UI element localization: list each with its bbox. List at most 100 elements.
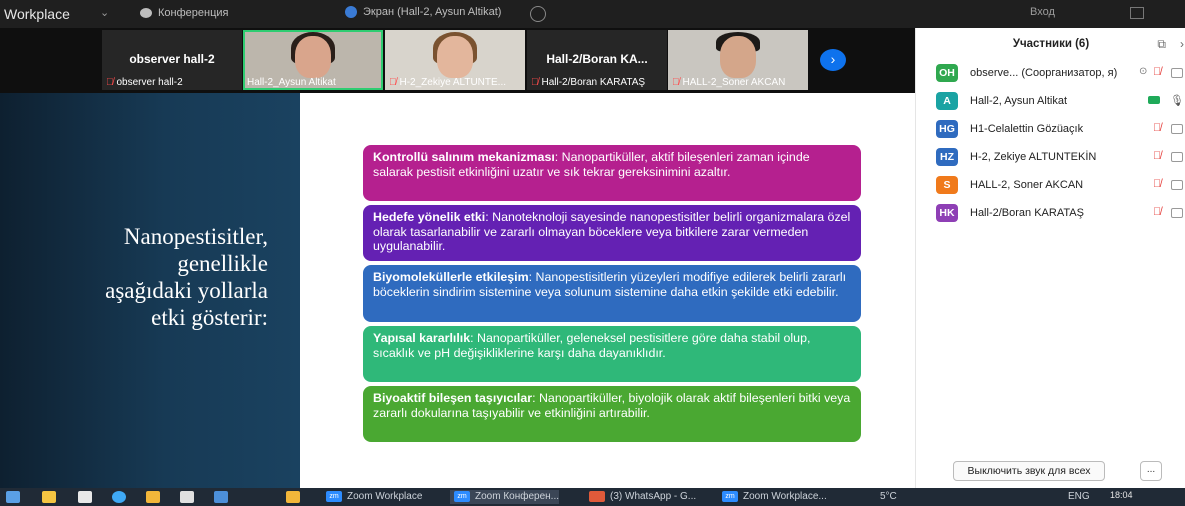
info-card: Biyomoleküllerle etkileşim: Nanopestisit…	[363, 265, 861, 322]
people-icon	[140, 8, 152, 19]
zoom-icon: zm	[722, 490, 738, 502]
zoom-icon: zm	[454, 490, 470, 502]
mic-muted-icon: 🎙̸	[389, 77, 397, 88]
mic-muted-icon[interactable]: 🎙̸	[1153, 178, 1161, 190]
taskbar-item[interactable]: zm Zoom Workplace...	[718, 490, 827, 504]
participants-panel: Участники (6) ⧉ › OH observe... (Соорган…	[915, 28, 1185, 488]
app-icon[interactable]	[214, 491, 228, 503]
mic-muted-icon[interactable]: 🎙̸	[1153, 150, 1161, 162]
participant-name: Hall-2/Boran KARATAŞ	[970, 207, 1084, 219]
start-icon[interactable]	[6, 491, 20, 503]
participant-name: observe... (Соорганизатор, я)	[970, 67, 1118, 79]
tile-caption: 🎙̸ Hall-2/Boran KARATAŞ	[531, 77, 646, 88]
mic-muted-icon: 🎙̸	[531, 77, 539, 88]
slide-title-panel: Nanopestisitler, genellikle aşağıdaki yo…	[0, 93, 300, 488]
tile-name: Hall-2/Boran KA...	[546, 52, 648, 66]
person-face	[720, 36, 756, 78]
taskbar: zm Zoom Workplace zm Zoom Конферен... (3) …	[0, 488, 1185, 506]
participant-name: H1-Celalettin Gözüaçık	[970, 123, 1084, 135]
mute-all-button[interactable]: Выключить звук для всех	[953, 461, 1105, 481]
chevron-down-icon[interactable]: ⌄	[100, 6, 109, 19]
info-card: Biyoaktif bileşen taşıyıcılar: Nanoparti…	[363, 386, 861, 442]
avatar: OH	[936, 64, 958, 82]
clock[interactable]: 18:04	[1110, 490, 1133, 500]
weather-temp[interactable]: 5°C	[880, 491, 897, 502]
participant-row[interactable]: A Hall-2, Aysun Altikat 🎙	[936, 92, 1185, 114]
taskbar-item-active[interactable]: zm Zoom Конферен...	[450, 490, 560, 504]
participant-row[interactable]: HZ H-2, Zekiye ALTUNTEKİN 🎙̸	[936, 148, 1185, 170]
avatar: HG	[936, 120, 958, 138]
language-indicator[interactable]: ENG	[1068, 491, 1090, 502]
mic-muted-icon[interactable]: 🎙̸	[1153, 122, 1161, 134]
slide-headline: Nanopestisitler, genellikle aşağıdaki yo…	[40, 223, 268, 331]
camera-off-icon[interactable]	[1171, 208, 1183, 218]
camera-off-icon[interactable]	[1171, 152, 1183, 162]
tile-caption: 🎙̸ H-2_Zekiye ALTUNTE...	[389, 77, 507, 88]
more-options-button[interactable]: ...	[1140, 461, 1162, 481]
close-icon[interactable]: ›	[1180, 37, 1184, 51]
avatar: A	[936, 92, 958, 110]
folder-icon[interactable]	[146, 491, 160, 503]
video-tile[interactable]: 🎙̸ H-2_Zekiye ALTUNTE...	[385, 30, 525, 90]
taskbar-item[interactable]: zm Zoom Workplace	[322, 490, 422, 504]
next-videos-button[interactable]: ›	[820, 49, 846, 71]
participant-name: Hall-2, Aysun Altikat	[970, 95, 1068, 107]
headline-line: genellikle	[177, 251, 268, 276]
tile-caption: 🎙̸ HALL-2_Soner AKCAN	[672, 77, 786, 88]
video-strip: observer hall-2 🎙̸ observer hall-2 Hall-2…	[0, 28, 915, 93]
edge-icon[interactable]	[112, 491, 126, 503]
info-card: Yapısal kararlılık: Nanopartiküller, gel…	[363, 326, 861, 382]
video-tile[interactable]: Hall-2/Boran KA... 🎙̸ Hall-2/Boran KARATA…	[527, 30, 667, 90]
camera-off-icon[interactable]	[1171, 180, 1183, 190]
participant-name: HALL-2, Soner AKCAN	[970, 179, 1084, 191]
taskbar-item[interactable]: (3) WhatsApp - G...	[585, 490, 696, 504]
participant-row[interactable]: OH observe... (Соорганизатор, я) ⊙ 🎙̸	[936, 64, 1185, 86]
video-tile-active[interactable]: Hall-2_Aysun Altikat	[243, 30, 383, 90]
share-icon	[345, 6, 357, 19]
camera-on-icon[interactable]	[1148, 96, 1160, 104]
headline-line: etki gösterir:	[151, 305, 268, 330]
title-bar: Workplace ⌄ Конференция Экран (Hall-2, A…	[0, 0, 1185, 28]
slide-content: Kontrollü salınım mekanizması: Nanoparti…	[300, 93, 907, 488]
meeting-label: Конференция	[158, 7, 229, 19]
camera-off-icon[interactable]	[1171, 124, 1183, 134]
window-icon[interactable]	[1130, 7, 1144, 19]
participants-title: Участники (6)	[1012, 38, 1090, 50]
tile-name: observer hall-2	[129, 52, 215, 66]
app-title: Workplace	[4, 6, 70, 22]
meeting-tab[interactable]: Конференция	[140, 7, 228, 19]
view-options-icon[interactable]	[530, 6, 546, 22]
store-icon[interactable]	[180, 491, 194, 503]
popout-icon[interactable]: ⧉	[1157, 37, 1166, 52]
person-face	[437, 36, 473, 78]
login-button[interactable]: Вход	[1030, 6, 1055, 18]
video-tile[interactable]: 🎙̸ HALL-2_Soner AKCAN	[668, 30, 808, 90]
explorer-icon[interactable]	[78, 491, 92, 503]
person-face	[295, 36, 331, 78]
screen-share-label: Экран (Hall-2, Aysun Altikat)	[363, 6, 502, 18]
folder-icon[interactable]	[286, 491, 300, 503]
camera-off-icon[interactable]	[1171, 68, 1183, 78]
mic-muted-icon: 🎙̸	[672, 77, 680, 88]
tile-caption: 🎙̸ observer hall-2	[106, 77, 183, 88]
participant-row[interactable]: HG H1-Celalettin Gözüaçık 🎙̸	[936, 120, 1185, 142]
files-icon[interactable]	[42, 491, 56, 503]
chrome-icon	[589, 490, 605, 502]
video-tile[interactable]: observer hall-2 🎙̸ observer hall-2	[102, 30, 242, 90]
zoom-icon: zm	[326, 490, 342, 502]
mic-muted-icon[interactable]: 🎙̸	[1153, 206, 1161, 218]
info-icon[interactable]: ⊙	[1139, 66, 1147, 77]
chevron-right-icon: ›	[830, 51, 836, 67]
participant-row[interactable]: S HALL-2, Soner AKCAN 🎙̸	[936, 176, 1185, 198]
tile-caption: Hall-2_Aysun Altikat	[247, 77, 336, 88]
screen-share-tab[interactable]: Экран (Hall-2, Aysun Altikat)	[345, 6, 502, 19]
mic-muted-icon: 🎙̸	[106, 77, 114, 88]
participant-row[interactable]: HK Hall-2/Boran KARATAŞ 🎙̸	[936, 204, 1185, 226]
mic-icon[interactable]: 🎙	[1170, 94, 1184, 107]
avatar: HK	[936, 204, 958, 222]
avatar: S	[936, 176, 958, 194]
mic-muted-icon[interactable]: 🎙̸	[1153, 66, 1161, 78]
avatar: HZ	[936, 148, 958, 166]
info-card: Kontrollü salınım mekanizması: Nanoparti…	[363, 145, 861, 201]
participant-name: H-2, Zekiye ALTUNTEKİN	[970, 151, 1097, 163]
